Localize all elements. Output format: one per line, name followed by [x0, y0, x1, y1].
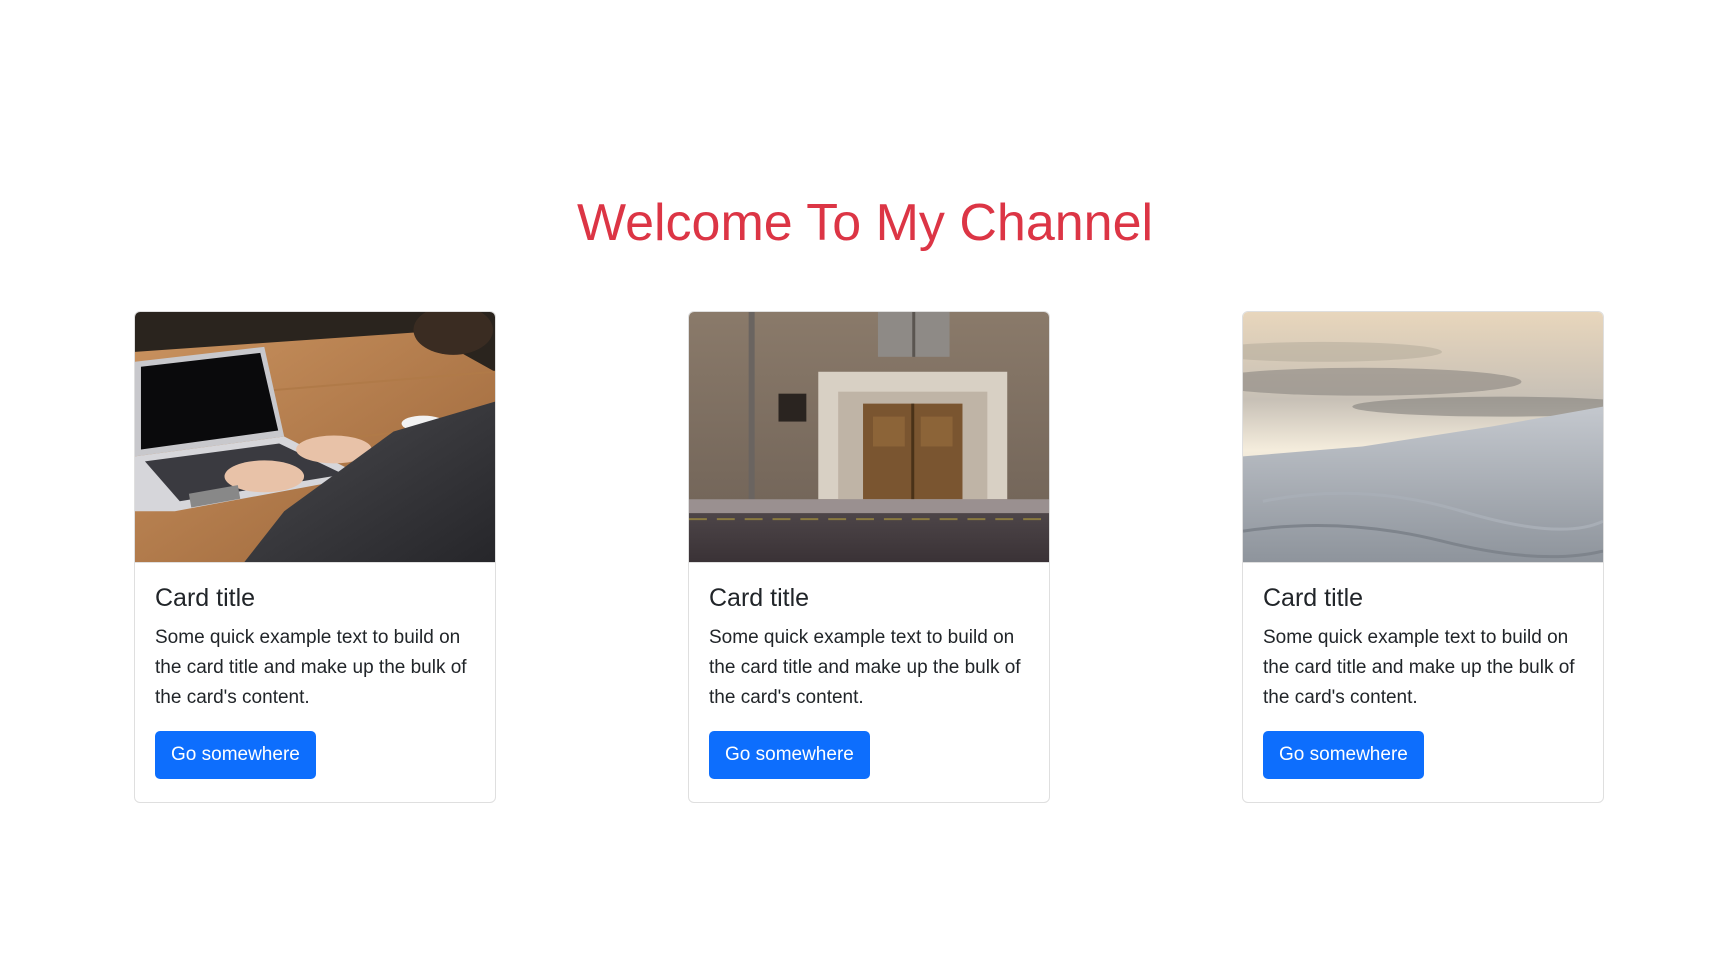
page-title: Welcome To My Channel: [576, 194, 1154, 252]
go-somewhere-button[interactable]: Go somewhere: [709, 731, 870, 779]
card-title: Card title: [709, 584, 810, 612]
card-body: Card title Some quick example text to bu…: [1243, 563, 1603, 799]
card-title: Card title: [155, 584, 256, 612]
card-body: Card title Some quick example text to bu…: [135, 563, 495, 799]
card-title: Card title: [1263, 584, 1364, 612]
laptop-photo: [135, 312, 495, 563]
card: Card title Some quick example text to bu…: [1242, 311, 1604, 803]
card-text: Some quick example text to build on the …: [1263, 627, 1575, 708]
go-somewhere-button[interactable]: Go somewhere: [155, 731, 316, 779]
snow-landscape-photo: [1243, 312, 1603, 563]
old-door-photo: [689, 312, 1049, 563]
card-text: Some quick example text to build on the …: [709, 627, 1021, 708]
card-text: Some quick example text to build on the …: [155, 627, 467, 708]
card: Card title Some quick example text to bu…: [134, 311, 496, 803]
page: Welcome To My Channel Card title Some qu…: [0, 0, 1730, 973]
go-somewhere-button[interactable]: Go somewhere: [1263, 731, 1424, 779]
card: Card title Some quick example text to bu…: [688, 311, 1050, 803]
card-body: Card title Some quick example text to bu…: [689, 563, 1049, 799]
